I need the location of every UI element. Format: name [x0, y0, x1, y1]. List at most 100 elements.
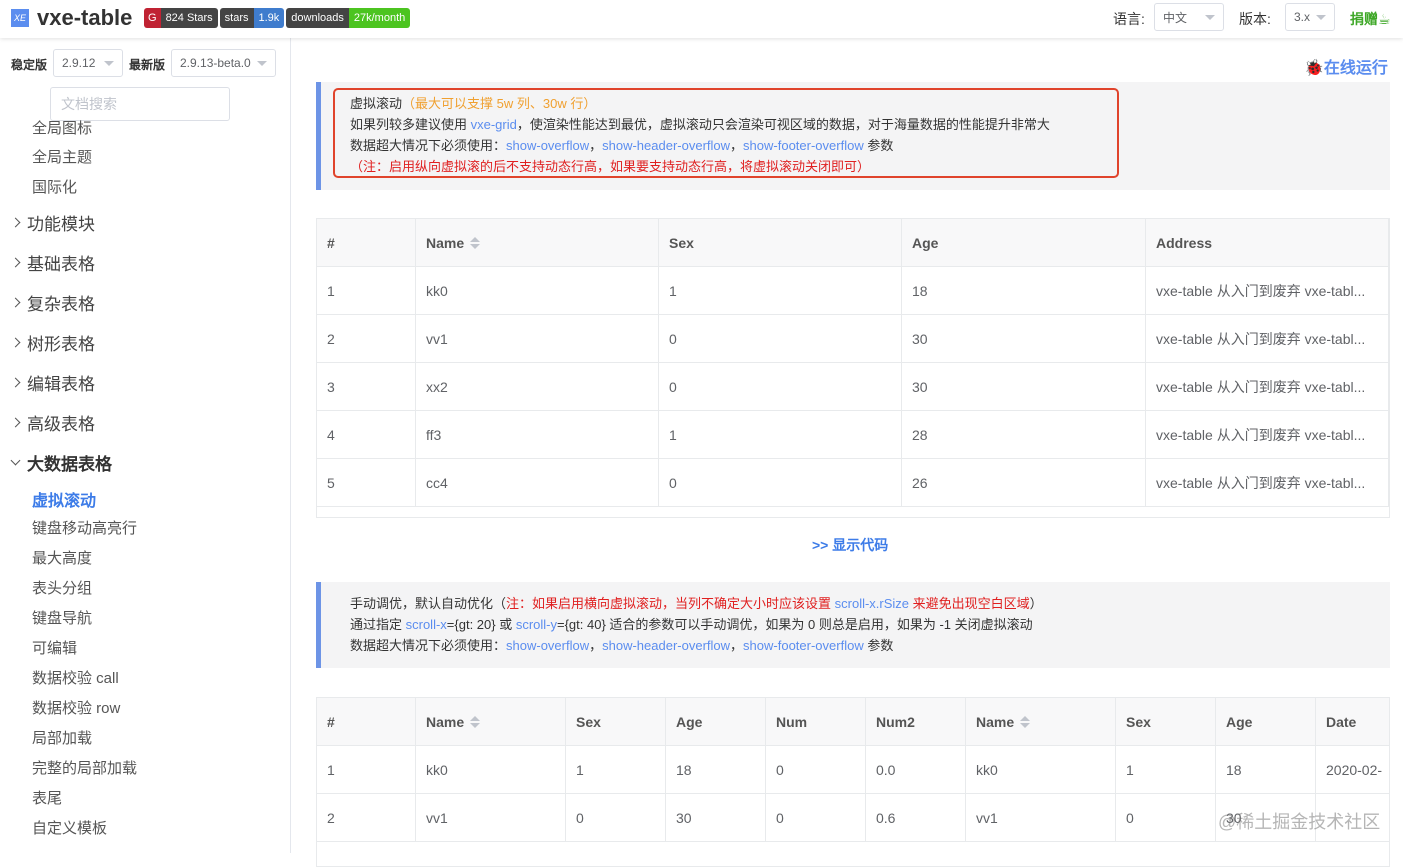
table-row[interactable]: 1 kk0 1 18 0 0.0 kk0 1 18 2020-02- [317, 746, 1389, 794]
gitee-stars-badge[interactable]: G 824 Stars [144, 8, 218, 28]
table-cell: 1 [317, 746, 416, 793]
scroll-x-rsize-link[interactable]: scroll-x.rSize [835, 596, 909, 611]
sidebar-item[interactable]: 表头分组 [32, 577, 92, 598]
show-overflow-link[interactable]: show-overflow [506, 138, 589, 153]
column-header[interactable]: Name [966, 698, 1116, 745]
column-header: # [317, 219, 416, 266]
table-cell: 18 [666, 746, 766, 793]
column-header[interactable]: Name [416, 698, 566, 745]
sidebar-group[interactable]: 编辑表格 [10, 370, 95, 395]
table-cell: vv1 [416, 315, 659, 362]
sidebar-item[interactable]: 完整的局部加载 [32, 757, 137, 778]
show-header-overflow-link[interactable]: show-header-overflow [602, 138, 730, 153]
chevron-right-icon [10, 297, 21, 308]
show-footer-overflow-link[interactable]: show-footer-overflow [743, 138, 864, 153]
highlight-box: 虚拟滚动（最大可以支撑 5w 列、30w 行） 如果列较多建议使用 vxe-gr… [333, 88, 1119, 178]
latest-version-select[interactable]: 2.9.13-beta.0 [171, 49, 276, 77]
lang-select[interactable]: 中文 [1154, 3, 1224, 31]
chevron-down-icon [1316, 14, 1326, 20]
sidebar-group[interactable]: 树形表格 [10, 330, 95, 355]
table-row[interactable]: 2 vv1 0 30 vxe-table 从入门到废弃 vxe-tabl... [317, 315, 1389, 363]
sidebar-item[interactable]: 键盘导航 [32, 607, 92, 628]
table-cell: 26 [902, 459, 1146, 506]
table-row[interactable]: 3 xx2 0 30 vxe-table 从入门到废弃 vxe-tabl... [317, 363, 1389, 411]
donate-link[interactable]: 捐赠 ☕ [1350, 0, 1391, 38]
table-cell: cc4 [416, 459, 659, 506]
table-cell: kk0 [416, 746, 566, 793]
show-header-overflow-link[interactable]: show-header-overflow [602, 638, 730, 653]
sidebar-item[interactable]: 局部加载 [32, 727, 92, 748]
show-footer-overflow-link[interactable]: show-footer-overflow [743, 638, 864, 653]
sort-icon[interactable] [1020, 715, 1031, 728]
table-cell: 1 [1116, 746, 1216, 793]
scroll-y-link[interactable]: scroll-y [516, 617, 557, 632]
table-row[interactable]: 5 cc4 0 26 vxe-table 从入门到废弃 vxe-tabl... [317, 459, 1389, 507]
show-code-link[interactable]: >> 显示代码 [812, 535, 888, 555]
doc-search-input[interactable]: 文档搜索 [50, 87, 230, 121]
table-cell: 3 [317, 363, 416, 410]
version-select[interactable]: 3.x [1285, 3, 1335, 31]
chevron-down-icon [257, 60, 267, 66]
sidebar-item[interactable]: 自定义模板 [32, 817, 107, 838]
table-row[interactable]: 1 kk0 1 18 vxe-table 从入门到废弃 vxe-tabl... [317, 267, 1389, 315]
sidebar-item[interactable]: 全局图标 [32, 117, 92, 138]
downloads-badge[interactable]: downloads 27k/month [286, 8, 411, 28]
table-cell: vxe-table 从入门到废弃 vxe-tabl... [1146, 267, 1389, 314]
column-header: Sex [1116, 698, 1216, 745]
table-header-row: # Name Sex Age Address [317, 219, 1389, 267]
sort-icon[interactable] [470, 236, 481, 249]
table-cell: 0 [659, 363, 902, 410]
sidebar-item[interactable]: 可编辑 [32, 637, 77, 658]
sidebar-group[interactable]: 复杂表格 [10, 290, 95, 315]
table-cell: 1 [659, 267, 902, 314]
chevron-right-icon [10, 337, 21, 348]
table-row[interactable]: 4 ff3 1 28 vxe-table 从入门到废弃 vxe-tabl... [317, 411, 1389, 459]
sidebar-group[interactable]: 功能模块 [10, 210, 95, 235]
table-cell: 30 [902, 315, 1146, 362]
table-cell: vxe-table 从入门到废弃 vxe-tabl... [1146, 315, 1389, 362]
table-cell: vxe-table 从入门到废弃 vxe-tabl... [1146, 411, 1389, 458]
column-header: Age [666, 698, 766, 745]
chevron-right-icon [10, 377, 21, 388]
table-cell: 2 [317, 794, 416, 841]
sidebar-item[interactable]: 全局主题 [32, 146, 92, 167]
sidebar-group[interactable]: 高级表格 [10, 410, 95, 435]
column-header: Age [1216, 698, 1316, 745]
top-header: XE vxe-table G 824 Stars stars 1.9k downlo… [0, 0, 1403, 38]
sidebar: 稳定版 2.9.12 最新版 2.9.13-beta.0 文档搜索 全局图标 全局… [0, 38, 291, 853]
sidebar-item[interactable]: 表尾 [32, 787, 62, 808]
sidebar-group[interactable]: 基础表格 [10, 250, 95, 275]
scroll-x-link[interactable]: scroll-x [406, 617, 447, 632]
chevron-down-icon [1205, 14, 1215, 20]
gitee-icon: G [144, 8, 161, 28]
sidebar-group[interactable]: 大数据表格 [10, 450, 112, 475]
column-header[interactable]: Name [416, 219, 659, 266]
lang-label: 语言: [1113, 11, 1145, 27]
table-cell: 0 [766, 746, 866, 793]
latest-label: 最新版 [129, 58, 166, 72]
watermark: @稀土掘金技术社区 [1218, 812, 1381, 832]
table-cell: vxe-table 从入门到废弃 vxe-tabl... [1146, 363, 1389, 410]
column-header: Num2 [866, 698, 966, 745]
table-cell: 0 [766, 794, 866, 841]
sidebar-item[interactable]: 国际化 [32, 176, 77, 197]
table-cell: vxe-table 从入门到废弃 vxe-tabl... [1146, 459, 1389, 506]
sidebar-item-active[interactable]: 虚拟滚动 [32, 487, 96, 511]
table-cell: 18 [1216, 746, 1316, 793]
sidebar-item[interactable]: 最大高度 [32, 547, 92, 568]
vxe-grid-link[interactable]: vxe-grid [471, 117, 517, 132]
sidebar-item[interactable]: 数据校验 row [32, 697, 120, 718]
show-overflow-link[interactable]: show-overflow [506, 638, 589, 653]
stable-version-select[interactable]: 2.9.12 [53, 49, 123, 77]
logo-icon: XE [11, 9, 29, 27]
github-stars-badge[interactable]: stars 1.9k [219, 8, 285, 28]
run-online-link[interactable]: 🐞在线运行 [1304, 54, 1388, 78]
sidebar-item[interactable]: 数据校验 call [32, 667, 119, 688]
chevron-down-icon [10, 455, 21, 466]
sidebar-item[interactable]: 键盘移动高亮行 [32, 517, 137, 538]
table-cell: 0 [566, 794, 666, 841]
table-cell: 0.0 [866, 746, 966, 793]
table-cell: 18 [902, 267, 1146, 314]
brand-title[interactable]: vxe-table [37, 5, 132, 31]
sort-icon[interactable] [470, 715, 481, 728]
